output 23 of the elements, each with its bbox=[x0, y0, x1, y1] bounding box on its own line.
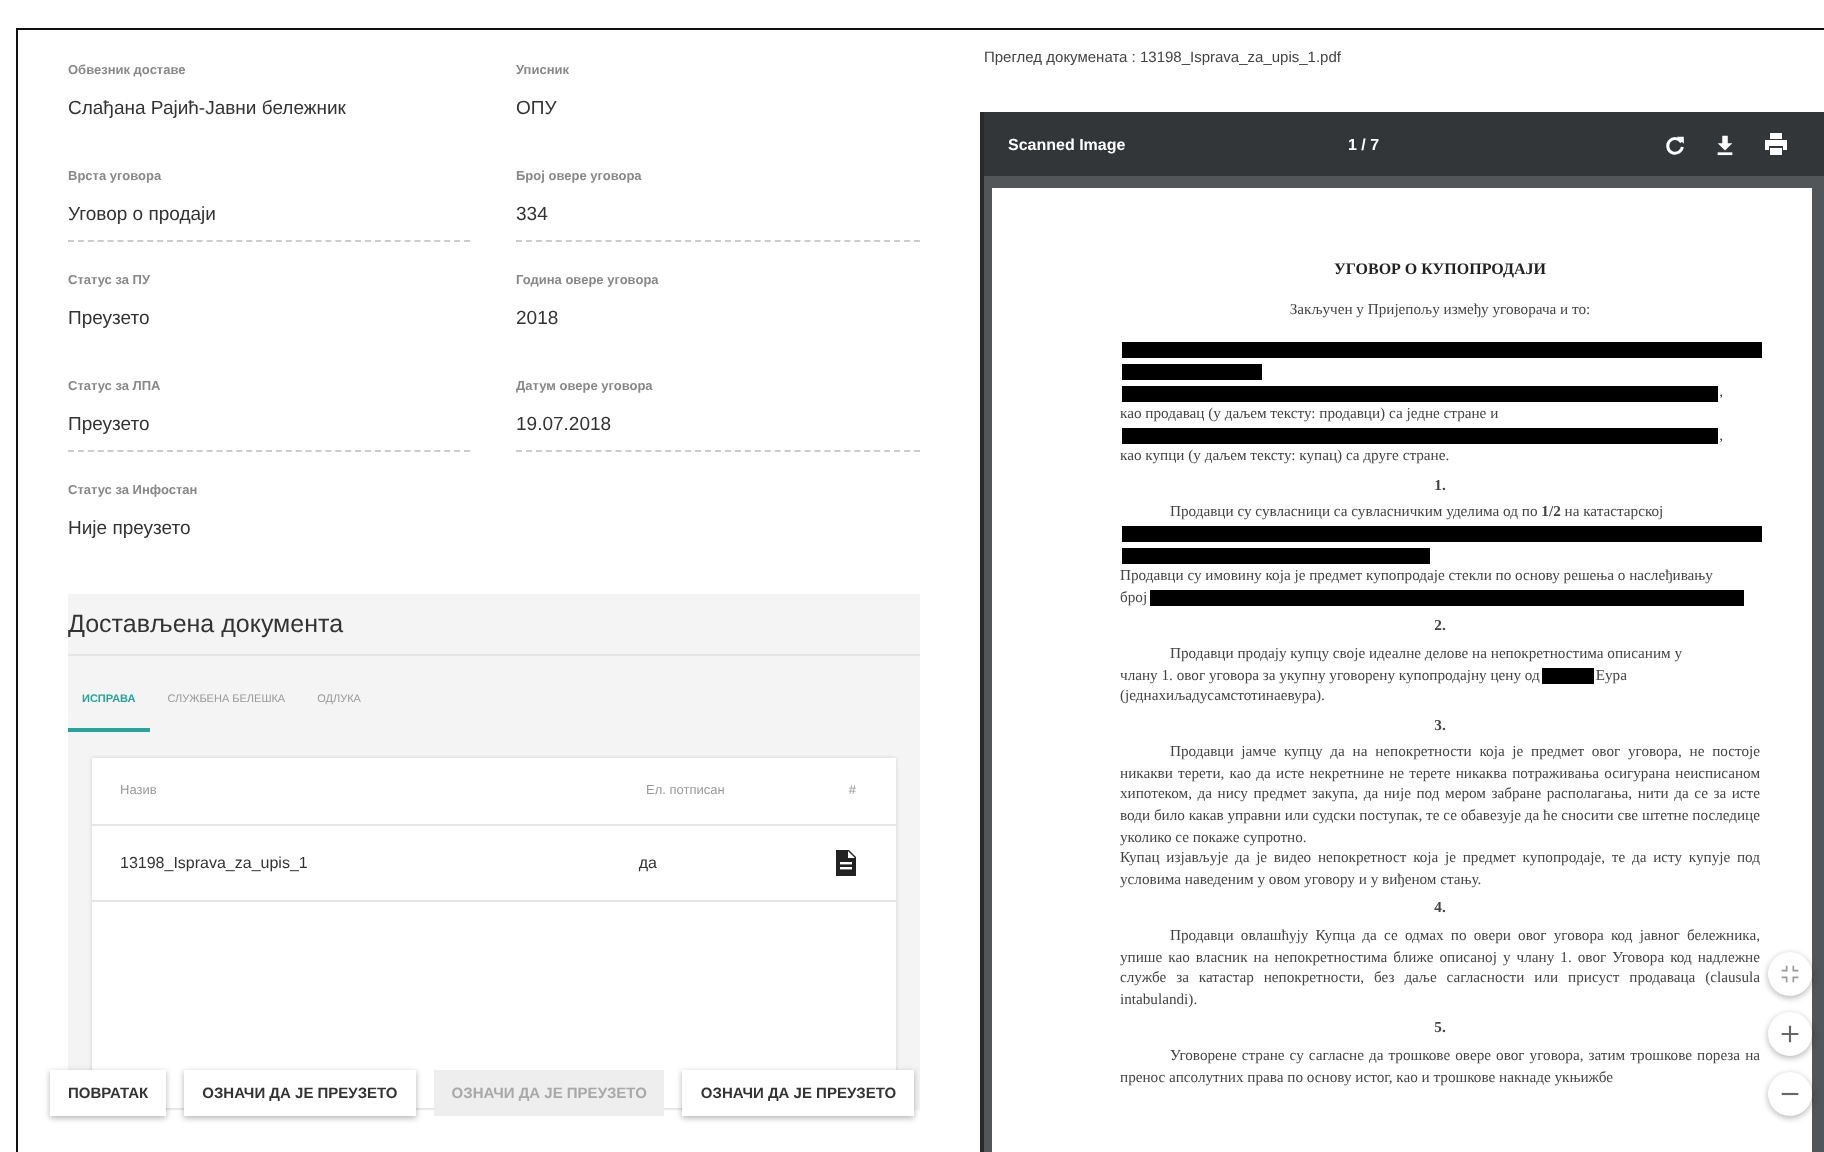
field-value: Није преузето bbox=[68, 518, 193, 544]
field-value: ОПУ bbox=[516, 98, 559, 124]
redaction-bar bbox=[1122, 364, 1263, 381]
document-title: Scanned Image bbox=[1008, 135, 1128, 153]
document-title: УГОВОР О КУПОПРОДАЈИ bbox=[1334, 260, 1546, 278]
fit-page-icon bbox=[1780, 964, 1800, 984]
table-cell-text: да bbox=[638, 853, 659, 871]
panel-title: Достављена документа bbox=[68, 609, 344, 637]
field-value: 334 bbox=[516, 203, 920, 241]
field-value: Слађана Рајић-Јавни бележник bbox=[68, 98, 348, 124]
plus-icon bbox=[1780, 1024, 1800, 1044]
field-value: Преузето bbox=[68, 413, 470, 451]
redaction-bar bbox=[1541, 667, 1594, 684]
download-icon[interactable] bbox=[1714, 133, 1736, 155]
field-value: 19.07.2018 bbox=[516, 413, 920, 451]
table-cell-text: 13198_Isprava_za_upis_1 bbox=[120, 853, 310, 871]
file-icon[interactable] bbox=[836, 849, 856, 875]
field-value: Уговор о продаји bbox=[68, 203, 470, 241]
field-value: Преузето bbox=[68, 308, 152, 334]
print-icon[interactable] bbox=[1764, 132, 1788, 156]
rotate-icon[interactable] bbox=[1664, 133, 1686, 155]
field-value: 2018 bbox=[516, 308, 561, 334]
page-counter: 1 / 7 bbox=[1348, 135, 1382, 153]
